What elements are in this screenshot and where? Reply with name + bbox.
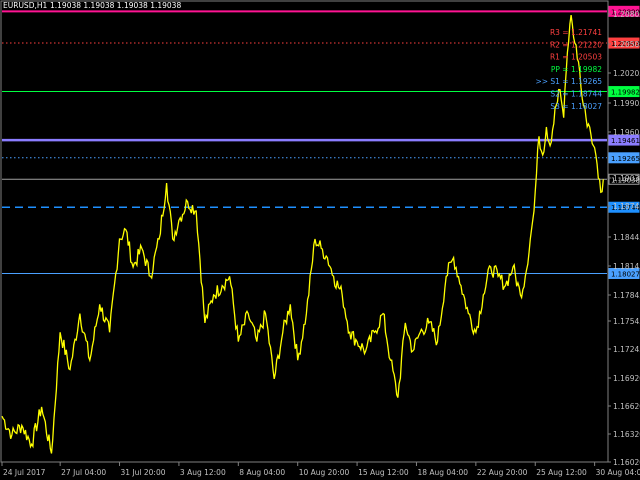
pivot-label-s1: >> S1 = 1.19265 bbox=[535, 77, 602, 86]
x-tick-label: 24 Jul 2017 bbox=[3, 468, 46, 477]
axis-tag-value: 1.19982 bbox=[611, 89, 640, 97]
pivot-label-pp: PP = 1.19982 bbox=[551, 65, 602, 74]
pivot-label-s2: S2 = 1.18744 bbox=[550, 90, 602, 99]
y-tick-label: 1.20505 bbox=[613, 40, 640, 49]
y-tick-label: 1.17545 bbox=[613, 317, 640, 326]
y-tick-label: 1.18145 bbox=[613, 262, 640, 271]
x-tick-label: 27 Jul 04:00 bbox=[61, 468, 106, 477]
x-tick-label: 25 Aug 12:00 bbox=[536, 468, 587, 477]
axis-tag-value: 1.19461 bbox=[611, 137, 640, 145]
y-tick-label: 1.19905 bbox=[613, 99, 640, 108]
axis-tag-value: 1.19265 bbox=[611, 155, 640, 163]
y-tick-label: 1.16020 bbox=[613, 458, 640, 467]
ohlc-values: 1.19038 1.19038 1.19038 1.19038 bbox=[50, 1, 181, 10]
x-tick-label: 30 Aug 04:00 bbox=[596, 468, 640, 477]
x-tick-label: 22 Aug 20:00 bbox=[477, 468, 528, 477]
y-tick-label: 1.20805 bbox=[613, 10, 640, 19]
y-tick-label: 1.18745 bbox=[613, 202, 640, 211]
y-tick-label: 1.16320 bbox=[613, 430, 640, 439]
x-tick-label: 15 Aug 12:00 bbox=[358, 468, 409, 477]
x-tick-label: 31 Jul 20:00 bbox=[121, 468, 166, 477]
pivot-label-r2: R2 = 1.21220 bbox=[550, 40, 602, 49]
y-tick-label: 1.16620 bbox=[613, 402, 640, 411]
axis-tag-pp: 1.19982 bbox=[608, 86, 640, 98]
y-tick-label: 1.19605 bbox=[613, 128, 640, 137]
pivot-label-r1: R1 = 1.20503 bbox=[550, 53, 602, 62]
x-tick-label: 3 Aug 12:00 bbox=[180, 468, 226, 477]
y-tick-label: 1.20205 bbox=[613, 69, 640, 78]
y-tick-label: 1.18445 bbox=[613, 233, 640, 242]
pivot-label-r3: R3 = 1.21741 bbox=[550, 28, 602, 37]
x-tick-label: 18 Aug 04:00 bbox=[417, 468, 468, 477]
pivot-label-s3: S3 = 1.18027 bbox=[550, 102, 602, 111]
x-tick-label: 8 Aug 04:00 bbox=[239, 468, 285, 477]
axis-tag-value: 1.18027 bbox=[611, 270, 640, 278]
x-tick-label: 10 Aug 20:00 bbox=[299, 468, 350, 477]
y-tick-label: 1.17245 bbox=[613, 345, 640, 354]
y-tick-label: 1.17845 bbox=[613, 291, 640, 300]
axis-tag-s1: 1.19265 bbox=[608, 152, 640, 164]
chart-background bbox=[0, 0, 640, 480]
symbol-label: EURUSD,H1 bbox=[3, 1, 47, 10]
price-chart[interactable]: R3 = 1.21741 R2 = 1.21220 R1 = 1.20503 PP =… bbox=[0, 0, 640, 480]
y-tick-label: 1.16920 bbox=[613, 374, 640, 383]
y-tick-label: 1.19038 bbox=[613, 174, 640, 183]
